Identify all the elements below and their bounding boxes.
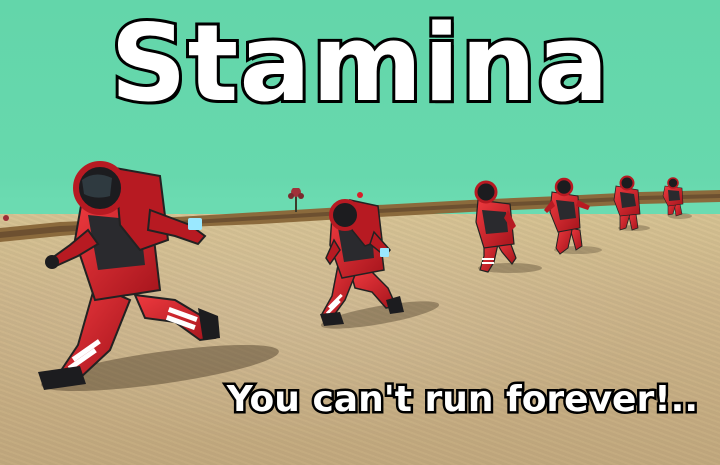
subtitle-caption: You can't run forever!.. (224, 377, 700, 421)
astronaut-runner (474, 180, 517, 273)
title-text: Stamina (107, 1, 611, 125)
astronaut-runner (662, 177, 684, 217)
astronaut-runner (613, 175, 641, 231)
astronaut-runner (320, 192, 404, 326)
astronaut-runner (544, 177, 590, 255)
game-scene: Stamina You can't run forever!.. (0, 0, 720, 465)
